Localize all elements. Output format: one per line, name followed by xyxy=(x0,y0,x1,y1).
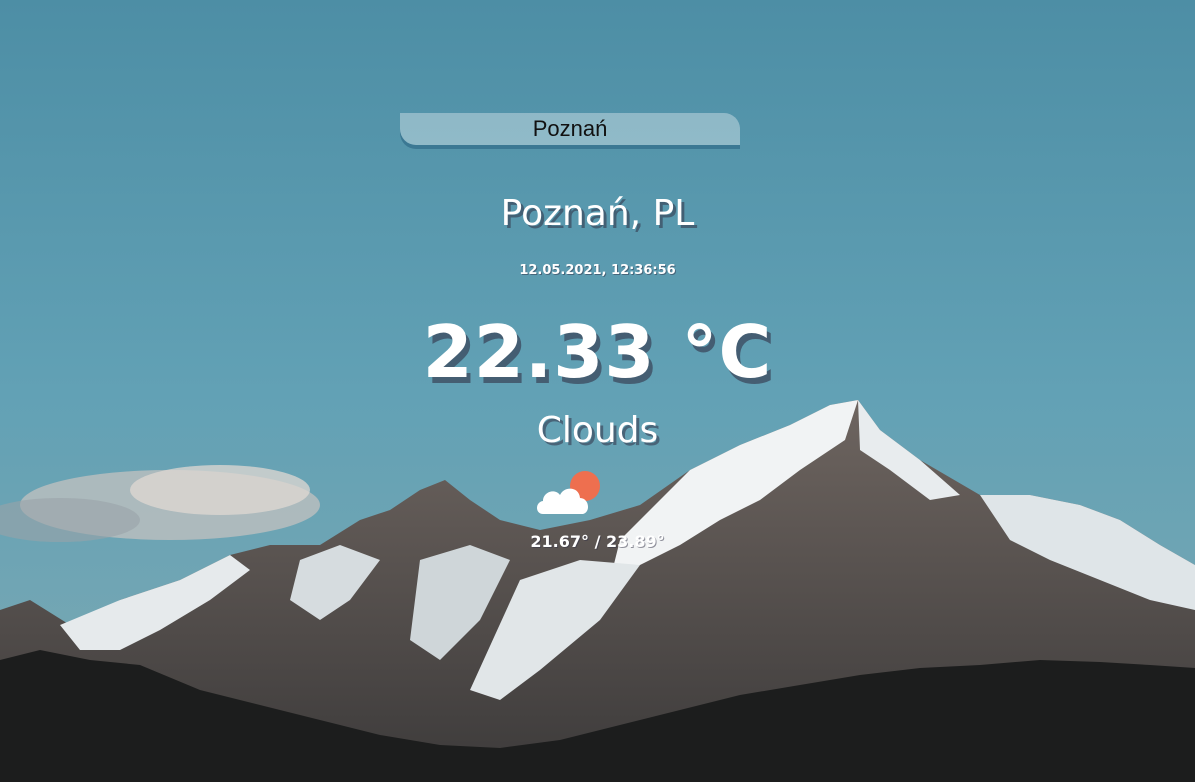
date-time: 12.05.2021, 12:36:56 xyxy=(519,263,676,278)
temperature: 22.33 °C xyxy=(422,310,773,394)
cloud-sun-icon xyxy=(537,471,600,514)
weather-app: Poznań, PL 12.05.2021, 12:36:56 22.33 °C… xyxy=(0,0,1195,782)
weather-description: Clouds xyxy=(536,410,659,451)
temperature-min-max: 21.67° / 23.89° xyxy=(530,532,665,551)
search-bar xyxy=(400,113,740,149)
location-label: Poznań, PL xyxy=(500,193,695,234)
city-search-input[interactable] xyxy=(400,113,740,145)
